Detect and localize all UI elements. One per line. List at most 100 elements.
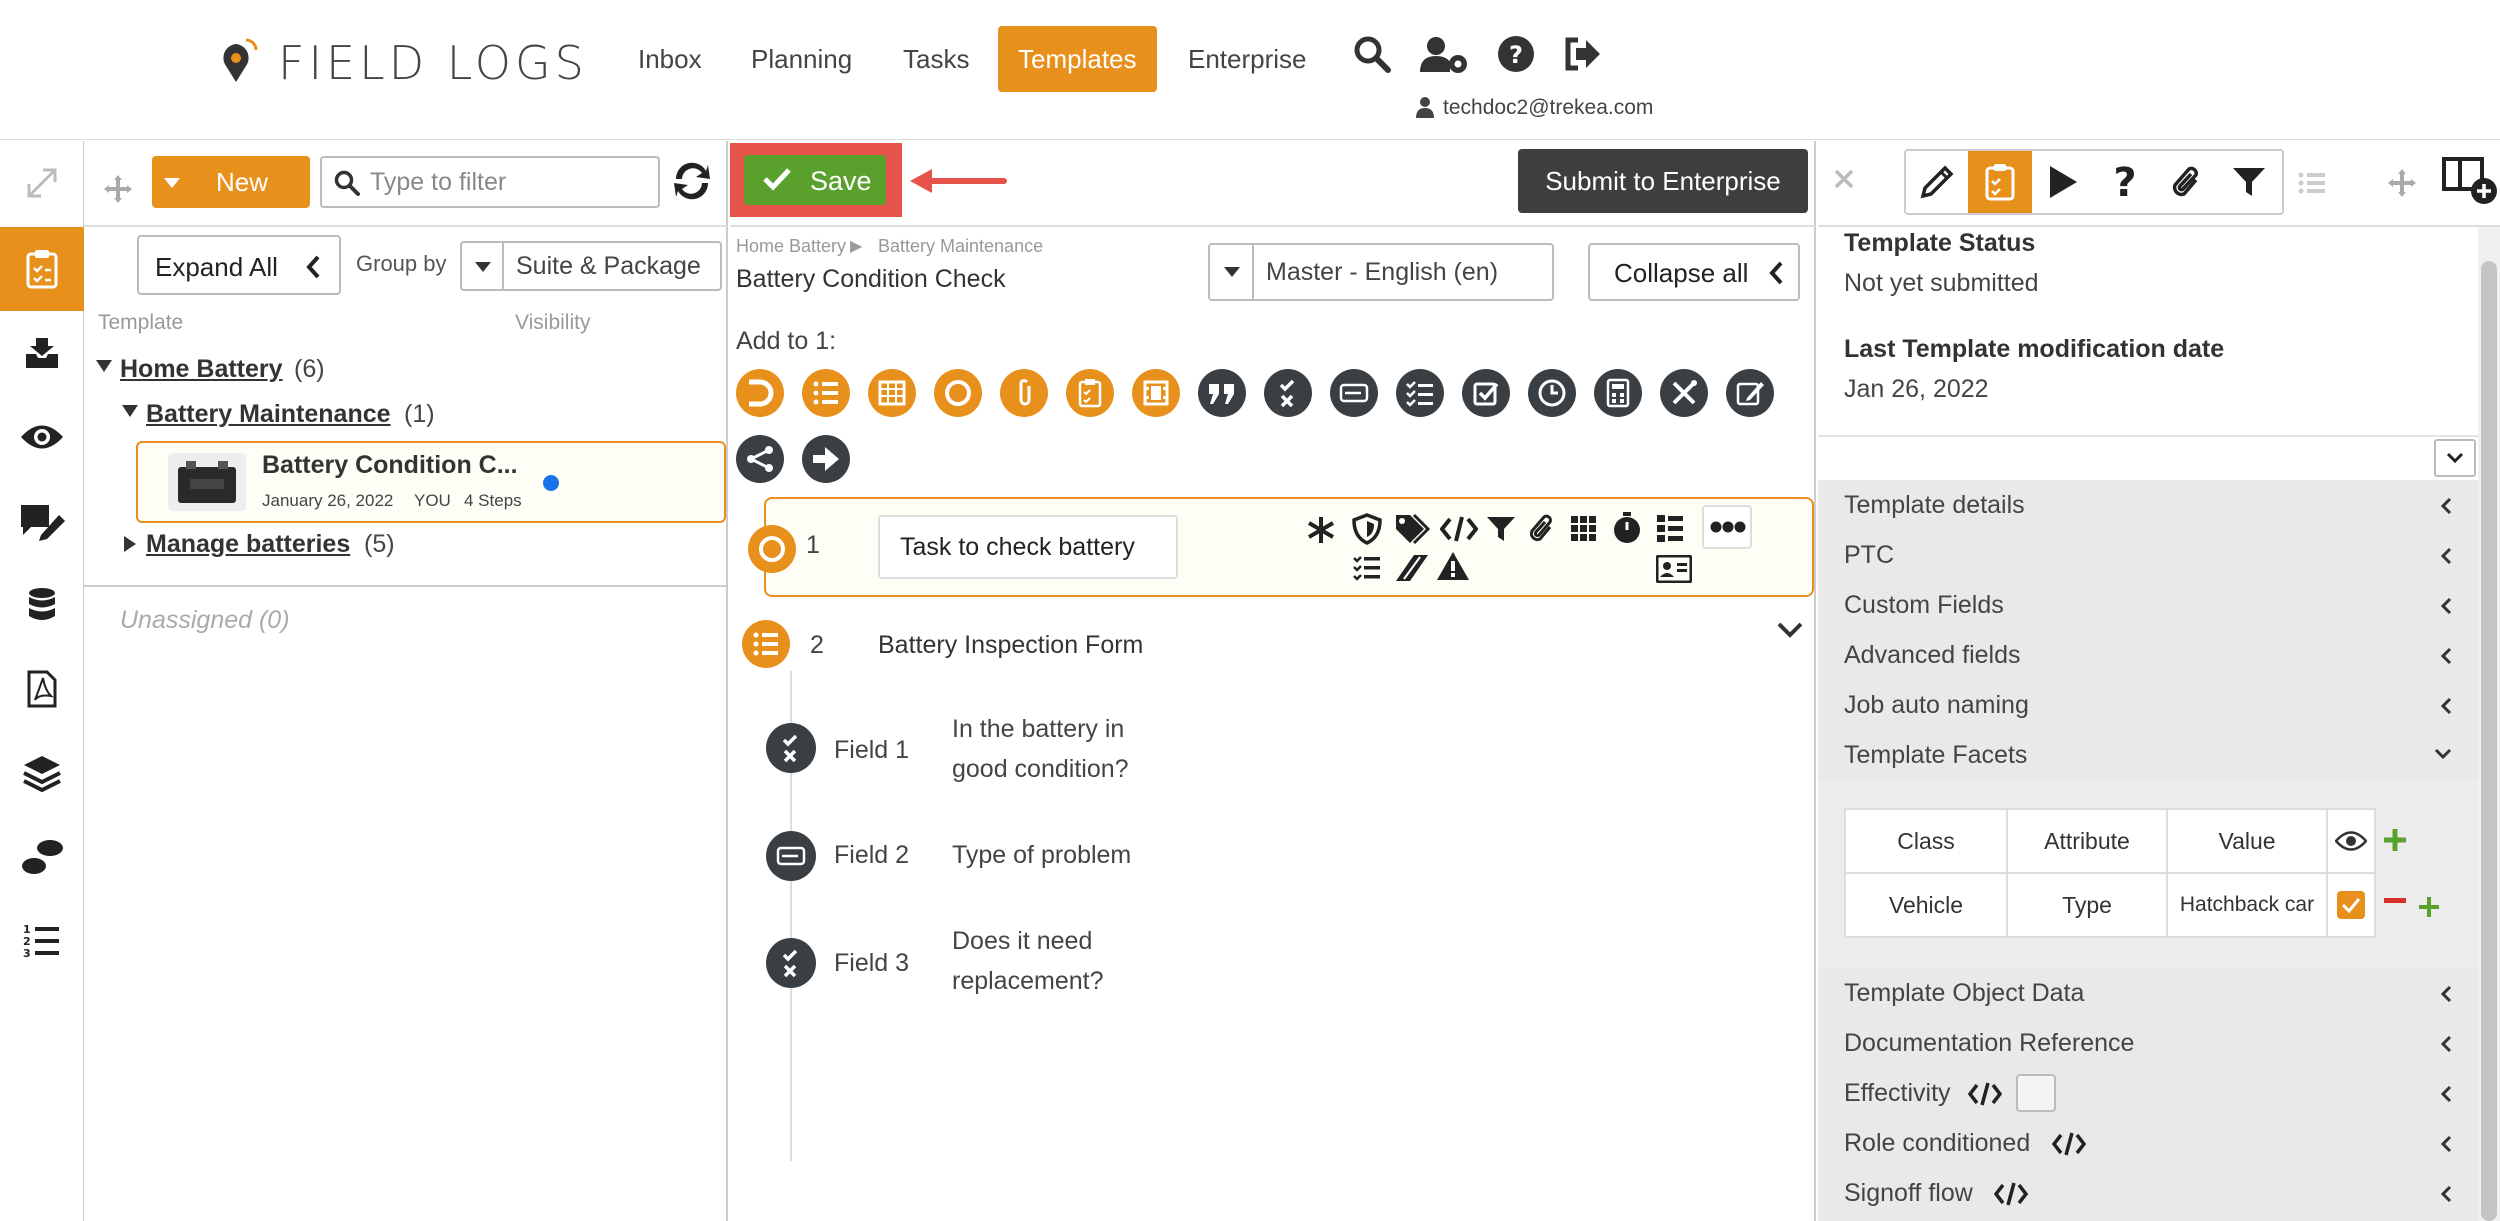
visibility-checkbox[interactable] (2337, 891, 2365, 919)
breadcrumb-home-battery[interactable]: Home Battery (736, 236, 846, 257)
add-form-list-icon[interactable] (802, 369, 850, 417)
layers-icon[interactable] (0, 731, 84, 815)
remove-facet-icon[interactable] (2384, 898, 2406, 904)
search-icon[interactable] (1352, 34, 1398, 80)
add-branch-icon[interactable] (736, 435, 784, 483)
clipboard-icon[interactable] (1968, 151, 2032, 213)
effectivity-checkbox[interactable] (2016, 1074, 2056, 1112)
paperclip-icon[interactable] (1528, 513, 1556, 545)
caret-right-icon[interactable] (124, 536, 136, 552)
section-job-auto-naming[interactable]: Job auto naming (1818, 680, 2478, 730)
add-yes-no-field-icon[interactable] (1264, 369, 1312, 417)
section-effectivity[interactable]: Effectivity (1818, 1068, 2478, 1118)
checklist-icon[interactable] (1352, 553, 1382, 581)
field-question-line-2[interactable]: good condition? (952, 755, 1129, 784)
tree-node-battery-maintenance[interactable]: Battery Maintenance (146, 400, 391, 429)
footprints-icon[interactable] (0, 815, 84, 899)
collapse-sections-button[interactable] (2434, 439, 2476, 477)
comment-edit-icon[interactable] (0, 479, 84, 563)
add-facet-icon[interactable] (2418, 896, 2440, 918)
inbox-tray-icon[interactable] (0, 311, 84, 395)
selected-template-item[interactable]: Battery Condition C... January 26, 2022 … (136, 441, 726, 523)
database-icon[interactable] (0, 563, 84, 647)
code-icon[interactable] (1440, 515, 1478, 543)
save-button[interactable]: Save (744, 155, 886, 205)
eye-icon[interactable] (2335, 830, 2367, 852)
refresh-icon[interactable] (670, 159, 714, 203)
app-logo[interactable]: FIELD LOGS (278, 36, 588, 90)
scrollbar-thumb[interactable] (2481, 261, 2497, 1221)
stopwatch-icon[interactable] (1612, 511, 1642, 545)
section-custom-fields[interactable]: Custom Fields (1818, 580, 2478, 630)
filter-input[interactable]: Type to filter (320, 156, 660, 208)
step-title[interactable]: Battery Inspection Form (878, 631, 1143, 660)
play-icon[interactable] (2032, 151, 2094, 213)
add-attachment-step-icon[interactable] (1000, 369, 1048, 417)
collapse-all-button[interactable]: Collapse all (1588, 243, 1800, 301)
language-select[interactable]: Master - English (en) (1208, 243, 1554, 301)
tags-icon[interactable] (1394, 513, 1432, 545)
eye-icon[interactable] (0, 395, 84, 479)
help-icon[interactable]: ? (2094, 151, 2156, 213)
expand-icon[interactable] (0, 141, 84, 225)
submit-to-enterprise-button[interactable]: Submit to Enterprise (1518, 149, 1808, 213)
step-title-input[interactable]: Task to check battery (878, 515, 1178, 579)
add-tools-field-icon[interactable] (1660, 369, 1708, 417)
add-signature-field-icon[interactable] (1726, 369, 1774, 417)
help-icon[interactable]: ? (1496, 34, 1542, 80)
warning-icon[interactable] (1436, 551, 1470, 581)
section-role-conditioned[interactable]: Role conditioned (1818, 1118, 2478, 1168)
add-task-icon[interactable] (736, 369, 784, 417)
field-question[interactable]: Type of problem (952, 841, 1131, 870)
grid-icon[interactable] (1570, 515, 1598, 543)
add-time-field-icon[interactable] (1528, 369, 1576, 417)
expand-all-button[interactable]: Expand All (137, 235, 341, 295)
section-advanced-fields[interactable]: Advanced fields (1818, 630, 2478, 680)
user-email[interactable]: techdoc2@trekea.com (1443, 96, 1653, 120)
nav-templates[interactable]: Templates (998, 26, 1157, 92)
group-by-select[interactable]: Suite & Package (460, 241, 722, 291)
nav-planning[interactable]: Planning (731, 26, 872, 92)
more-options-button[interactable] (1702, 505, 1752, 549)
section-signoff-flow[interactable]: Signoff flow (1818, 1168, 2478, 1221)
tree-node-home-battery[interactable]: Home Battery (120, 355, 283, 384)
facet-class[interactable]: Vehicle (1844, 872, 2008, 938)
add-checkbox-list-icon[interactable] (1396, 369, 1444, 417)
add-checkbox-icon[interactable] (1462, 369, 1510, 417)
new-template-button[interactable]: New (152, 156, 310, 208)
add-dropdown-field-icon[interactable] (1330, 369, 1378, 417)
templates-clipboard-icon[interactable] (0, 227, 84, 311)
add-goto-icon[interactable] (802, 435, 850, 483)
add-quote-icon[interactable] (1198, 369, 1246, 417)
field-question[interactable]: Does it need (952, 927, 1092, 956)
section-documentation-reference[interactable]: Documentation Reference (1818, 1018, 2478, 1068)
move-icon[interactable] (2386, 167, 2418, 199)
close-icon[interactable] (1832, 167, 1856, 191)
nav-tasks[interactable]: Tasks (883, 26, 989, 92)
numbered-list-icon[interactable]: 123 (0, 899, 84, 983)
move-icon[interactable] (102, 173, 134, 205)
unassigned-group[interactable]: Unassigned (0) (120, 606, 290, 635)
section-ptc[interactable]: PTC (1818, 530, 2478, 580)
add-calculator-field-icon[interactable] (1594, 369, 1642, 417)
breadcrumb-battery-maintenance[interactable]: Battery Maintenance (878, 236, 1043, 257)
caret-down-icon[interactable] (122, 405, 138, 417)
field-question-line-2[interactable]: replacement? (952, 967, 1103, 996)
add-table-icon[interactable] (868, 369, 916, 417)
nav-enterprise[interactable]: Enterprise (1168, 26, 1327, 92)
section-template-facets[interactable]: Template Facets (1818, 730, 2478, 780)
logout-icon[interactable] (1562, 34, 1608, 80)
asterisk-icon[interactable] (1306, 515, 1336, 545)
user-settings-icon[interactable] (1420, 34, 1467, 80)
paperclip-icon[interactable] (2156, 151, 2218, 213)
add-video-icon[interactable] (1132, 369, 1180, 417)
add-checklist-icon[interactable] (1066, 369, 1114, 417)
shield-icon[interactable] (1352, 513, 1382, 545)
tree-node-manage-batteries[interactable]: Manage batteries (146, 530, 350, 559)
step-row-1[interactable]: 1 Task to check battery (748, 497, 1814, 597)
field-question[interactable]: In the battery in (952, 715, 1124, 744)
add-circle-step-icon[interactable] (934, 369, 982, 417)
id-card-icon[interactable] (1656, 555, 1692, 583)
ordered-list-icon[interactable] (1656, 513, 1684, 543)
pencil-icon[interactable] (1906, 151, 1968, 213)
